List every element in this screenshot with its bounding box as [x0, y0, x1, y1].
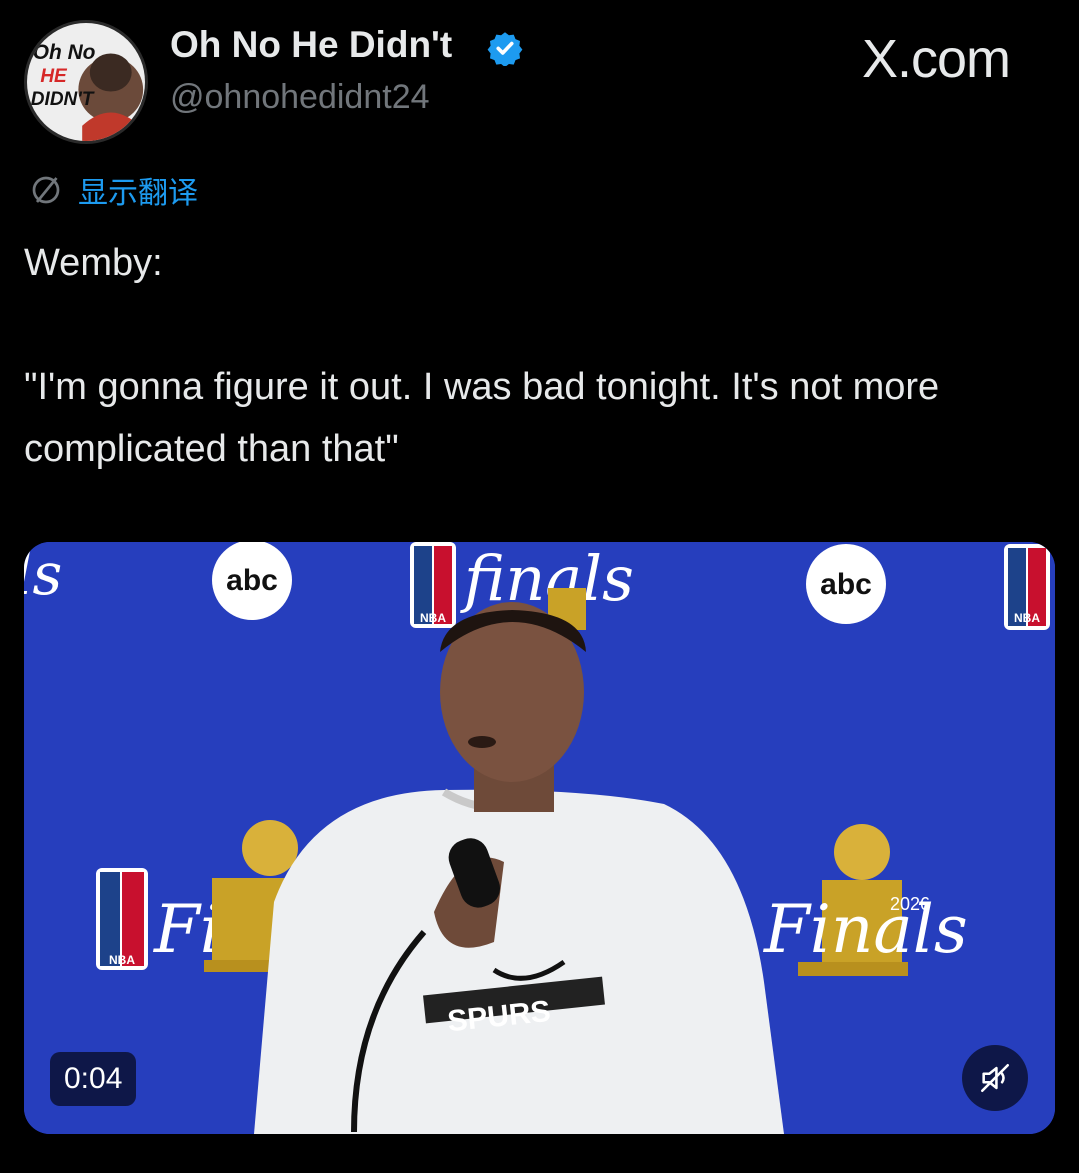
svg-text:Oh No: Oh No [33, 41, 96, 64]
post-text: Wemby: "I'm gonna figure it out. I was b… [24, 242, 940, 470]
translate-link[interactable]: 显示翻译 [78, 168, 198, 212]
svg-text:HE: HE [40, 66, 68, 87]
video-player[interactable]: abc abc NBA finals ls NBA [24, 542, 1055, 1134]
verified-badge-icon [487, 32, 523, 66]
abc-logo-left: abc [212, 542, 292, 620]
svg-text:NBA: NBA [109, 953, 135, 967]
svg-text:NBA: NBA [420, 611, 446, 625]
mute-button[interactable] [962, 1045, 1028, 1111]
author-display-name[interactable]: Oh No He Didn't [170, 24, 452, 66]
video-timestamp: 0:04 [50, 1052, 137, 1106]
translate-globe-icon [32, 176, 60, 204]
svg-text:ls: ls [24, 542, 62, 608]
svg-text:finals: finals [460, 542, 634, 615]
author-handle[interactable]: @ohnohedidnt24 [170, 78, 430, 117]
translate-row[interactable]: 显示翻译 [28, 168, 198, 212]
svg-text:Finals: Finals [763, 891, 968, 968]
svg-text:NBA: NBA [1014, 611, 1040, 625]
svg-text:abc: abc [820, 568, 872, 601]
author-avatar[interactable]: Oh No HE DIDN'T [24, 20, 148, 144]
video-frame: abc abc NBA finals ls NBA [24, 542, 1055, 1134]
nba-logo-right: NBA [1004, 544, 1050, 630]
svg-text:2026: 2026 [890, 894, 930, 914]
abc-logo-right: abc [806, 544, 886, 624]
svg-text:abc: abc [226, 564, 278, 597]
svg-text:DIDN'T: DIDN'T [31, 89, 95, 110]
mute-icon [980, 1063, 1010, 1093]
avatar-image: Oh No HE DIDN'T [27, 23, 145, 141]
site-label: X.com [862, 29, 1011, 89]
